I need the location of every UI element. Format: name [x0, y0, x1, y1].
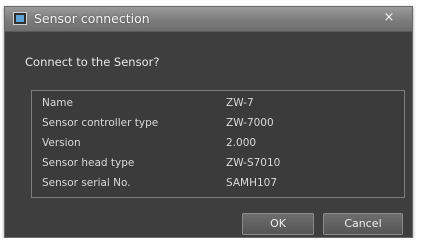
- app-icon-screen: [16, 15, 24, 22]
- info-label: Version: [42, 137, 81, 149]
- sensor-app-icon: [13, 12, 27, 25]
- info-row-serial-no: Sensor serial No. SAMH107: [42, 177, 392, 195]
- close-icon[interactable]: ×: [376, 9, 402, 27]
- info-value: ZW-S7010: [226, 157, 281, 169]
- sensor-info-panel: Name ZW-7 Sensor controller type ZW-7000…: [31, 90, 405, 198]
- title-bar[interactable]: Sensor connection ×: [5, 7, 412, 32]
- info-value: 2.000: [226, 137, 257, 149]
- info-row-name: Name ZW-7: [42, 97, 392, 115]
- sensor-connection-dialog: Sensor connection × Connect to the Senso…: [4, 6, 413, 238]
- info-label: Sensor serial No.: [42, 177, 131, 189]
- connect-prompt: Connect to the Sensor?: [25, 55, 160, 69]
- info-row-version: Version 2.000: [42, 137, 392, 155]
- info-label: Name: [42, 97, 73, 109]
- info-label: Sensor head type: [42, 157, 135, 169]
- info-label: Sensor controller type: [42, 117, 159, 129]
- info-value: SAMH107: [226, 177, 278, 189]
- background-strip: [0, 238, 423, 246]
- cancel-button[interactable]: Cancel: [323, 213, 403, 235]
- info-row-controller-type: Sensor controller type ZW-7000: [42, 117, 392, 135]
- info-value: ZW-7000: [226, 117, 274, 129]
- info-value: ZW-7: [226, 97, 254, 109]
- info-row-head-type: Sensor head type ZW-S7010: [42, 157, 392, 175]
- window-title: Sensor connection: [34, 11, 150, 26]
- screen: Sensor connection × Connect to the Senso…: [0, 0, 423, 246]
- ok-button[interactable]: OK: [242, 213, 314, 235]
